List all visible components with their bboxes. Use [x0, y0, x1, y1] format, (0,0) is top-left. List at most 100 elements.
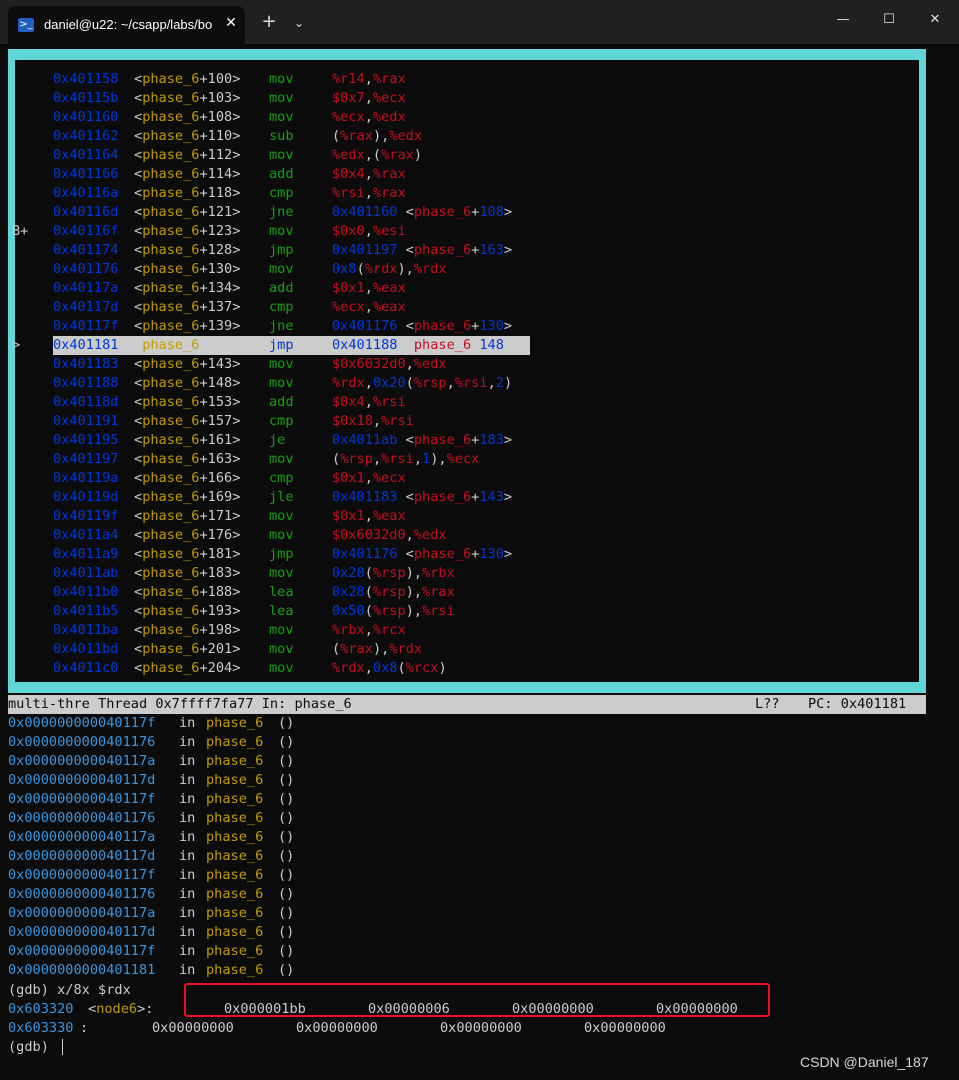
operand-token: phase_6 [413, 337, 472, 353]
instruction-address: 0x401164 [53, 147, 119, 163]
frame-args: () [278, 791, 295, 807]
offset: +110 [199, 128, 233, 144]
status-pc: PC: 0x401181 [808, 696, 907, 712]
operand-token: %rsi [381, 413, 414, 429]
symbol-offset: <phase_6+157> [134, 413, 241, 429]
operand-token: , [405, 356, 414, 372]
title-bar: >_ daniel@u22: ~/csapp/labs/bo ✕ + ⌄ — ☐… [0, 0, 959, 44]
operand-token: %rdx [332, 375, 365, 391]
operand-token: , [364, 508, 373, 524]
operand-token: %rax [372, 185, 406, 201]
operands: $0x4,%rsi [332, 393, 406, 412]
offset: +118 [199, 185, 233, 201]
frame-address: 0x0000000000401176 [8, 810, 156, 826]
operand-token: , [364, 280, 373, 296]
function-name: phase_6 [142, 71, 200, 87]
operand-token: ( [364, 584, 373, 600]
function-name: phase_6 [142, 603, 200, 619]
operand-token: %rax [340, 641, 373, 657]
frame-function: phase_6 [206, 829, 264, 845]
opcode: lea [269, 584, 294, 600]
function-name: phase_6 [142, 242, 200, 258]
operand-token: < [397, 318, 414, 334]
operand-token: , [364, 109, 373, 125]
function-name: phase_6 [142, 204, 200, 220]
operand-token: , [364, 622, 373, 638]
memory-value: 0x00000000 [584, 1020, 666, 1036]
instruction-address: 0x4011ab [53, 565, 119, 581]
symbol-offset: <phase_6+137> [134, 299, 241, 315]
operand-token: %rsi [454, 375, 488, 391]
operand-token: phase_6 [413, 242, 472, 258]
operand-token: 0x401160 [332, 204, 398, 220]
frame-args: () [278, 715, 295, 731]
operand-token: 183 [479, 432, 504, 448]
frame-args: () [278, 962, 295, 978]
operand-token: %esi [372, 223, 406, 239]
instruction-address: 0x40115b [53, 90, 119, 106]
close-button[interactable]: ✕ [912, 0, 958, 40]
instruction-address: 0x40116f [53, 223, 119, 239]
opcode: mov [269, 147, 294, 163]
function-name: phase_6 [142, 622, 200, 638]
instruction-address: 0x40117f [53, 318, 119, 334]
operand-token: %rsi [381, 451, 414, 467]
opcode: cmp [269, 470, 294, 486]
opcode: je [269, 432, 286, 448]
operands: $0x1,%eax [332, 507, 406, 526]
opcode: jne [269, 204, 294, 220]
operand-token: phase_6 [413, 432, 472, 448]
memory-row: 0x603330: 0x00000000 0x00000000 0x00000000 0… [8, 1019, 908, 1038]
tab-dropdown-icon[interactable]: ⌄ [288, 12, 310, 34]
instruction-address: 0x401162 [53, 128, 119, 144]
memory-value: 0x00000000 [152, 1020, 234, 1036]
operands: $0x6032d0,%edx [332, 355, 447, 374]
operand-token: , [364, 470, 373, 486]
offset: +193 [199, 603, 233, 619]
frame-function: phase_6 [206, 943, 264, 959]
instruction-address: 0x401191 [53, 413, 119, 429]
gdb-command: (gdb) x/8x $rdx [8, 982, 131, 998]
frame-address: 0x000000000040117f [8, 867, 156, 883]
maximize-button[interactable]: ☐ [866, 0, 912, 40]
offset: +161 [199, 432, 233, 448]
operand-token: ), [397, 261, 414, 277]
frame-function: phase_6 [206, 867, 264, 883]
operand-token: 108 [479, 204, 504, 220]
gdb-prompt[interactable]: (gdb) [8, 1038, 49, 1057]
operand-token: %rsp [340, 451, 373, 467]
in-keyword: in [179, 772, 196, 788]
in-keyword: in [179, 810, 196, 826]
symbol-offset: <phase_6+201> [134, 641, 241, 657]
offset: +204 [199, 660, 233, 676]
operands: $0x1,%ecx [332, 469, 406, 488]
symbol-offset: <phase_6+118> [134, 185, 241, 201]
in-keyword: in [179, 867, 196, 883]
operand-token: ( [356, 261, 365, 277]
operand-token: %edx [372, 109, 406, 125]
tab-close-icon[interactable]: ✕ [222, 15, 240, 35]
operand-token: 0x401176 [332, 318, 398, 334]
operands: %ecx,%edx [332, 108, 406, 127]
status-line: L?? [755, 696, 780, 712]
terminal-tab[interactable]: >_ daniel@u22: ~/csapp/labs/bo ✕ [8, 6, 245, 44]
frame-address: 0x000000000040117a [8, 905, 156, 921]
opcode: jne [269, 318, 294, 334]
operand-token: 0x50 [332, 603, 365, 619]
operand-token: , [364, 375, 373, 391]
frame-address: 0x000000000040117d [8, 924, 156, 940]
operands: 0x401197 <phase_6+163> [332, 241, 512, 260]
new-tab-button[interactable]: + [258, 12, 280, 34]
annotation-box [184, 983, 770, 1017]
frame-address: 0x000000000040117d [8, 848, 156, 864]
operand-token: %ecx [446, 451, 480, 467]
operand-token: %rdx [332, 660, 365, 676]
opcode: mov [269, 109, 294, 125]
minimize-button[interactable]: — [820, 0, 866, 40]
symbol-offset: <phase_6+123> [134, 223, 241, 239]
operands: (%rsp,%rsi,1),%ecx [332, 450, 479, 469]
function-name: phase_6 [142, 337, 200, 353]
operand-token: %edx [413, 527, 447, 543]
in-keyword: in [179, 943, 196, 959]
frame-function: phase_6 [206, 715, 264, 731]
